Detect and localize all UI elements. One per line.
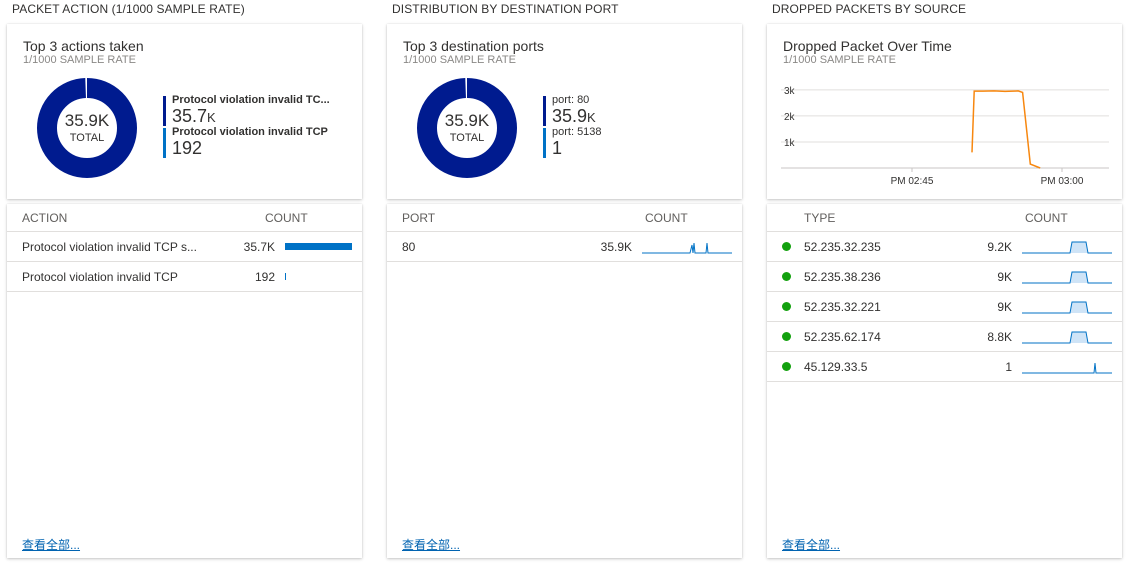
donut-total-label: TOTAL <box>449 132 485 144</box>
section-title-packet-action: PACKET ACTION (1/1000 SAMPLE RATE) <box>12 2 245 16</box>
table-header: PORT COUNT <box>387 204 742 232</box>
legend-value: 192 <box>172 138 203 158</box>
legend: Protocol violation invalid TC... 35.7K P… <box>163 94 341 158</box>
status-dot-icon <box>782 332 791 341</box>
card-subtitle: 1/1000 SAMPLE RATE <box>403 54 516 66</box>
donut-total-label: TOTAL <box>69 132 105 144</box>
column-header-count[interactable]: COUNT <box>645 211 688 225</box>
legend-color-bar <box>543 96 546 126</box>
column-header-count[interactable]: COUNT <box>1025 211 1068 225</box>
row-count: 1 <box>1005 360 1012 374</box>
card-subtitle: 1/1000 SAMPLE RATE <box>23 54 136 66</box>
card-title: Dropped Packet Over Time <box>783 38 952 54</box>
column-header-action[interactable]: ACTION <box>22 211 67 225</box>
sparkline <box>1022 331 1112 344</box>
ports-table: PORT COUNT 80 35.9K 查看全部... <box>387 204 742 558</box>
row-action-name: Protocol violation invalid TCP s... <box>22 240 197 254</box>
legend-name: Protocol violation invalid TC... <box>172 94 330 106</box>
table-row[interactable]: 52.235.62.174 8.8K <box>767 322 1122 352</box>
sources-table: TYPE COUNT 52.235.32.235 9.2K 52.235.38.23… <box>767 204 1122 558</box>
table-row[interactable]: 45.129.33.5 1 <box>767 352 1122 382</box>
row-source-ip: 52.235.62.174 <box>804 330 881 344</box>
legend-color-bar <box>163 96 166 126</box>
card-title: Top 3 destination ports <box>403 38 544 54</box>
legend-item[interactable]: Protocol violation invalid TCP 192 <box>163 126 341 158</box>
table-row[interactable]: 52.235.38.236 9K <box>767 262 1122 292</box>
card-subtitle: 1/1000 SAMPLE RATE <box>783 54 896 66</box>
status-dot-icon <box>782 362 791 371</box>
sparkline <box>1022 301 1112 314</box>
legend-value: 35.9 <box>552 106 588 126</box>
row-source-ip: 45.129.33.5 <box>804 360 868 374</box>
legend-color-bar <box>163 128 166 158</box>
legend-unit: K <box>207 110 216 125</box>
table-row[interactable]: 52.235.32.235 9.2K <box>767 232 1122 262</box>
x-tick-label: PM 02:45 <box>891 176 934 187</box>
donut-total-value: 35.9K <box>444 111 490 130</box>
status-dot-icon <box>782 302 791 311</box>
legend-value: 1 <box>552 138 563 158</box>
section-title-dropped-packets: DROPPED PACKETS BY SOURCE <box>772 2 967 16</box>
row-count: 35.7K <box>243 240 275 254</box>
x-tick-label: PM 03:00 <box>1041 176 1084 187</box>
count-bar <box>285 243 352 250</box>
card-top-ports[interactable]: Top 3 destination ports 1/1000 SAMPLE RA… <box>387 24 742 199</box>
status-dot-icon <box>782 242 791 251</box>
card-title: Top 3 actions taken <box>23 38 144 54</box>
y-tick-label: 2k <box>784 112 796 123</box>
column-header-count[interactable]: COUNT <box>265 211 308 225</box>
row-count: 192 <box>254 270 275 284</box>
row-source-ip: 52.235.38.236 <box>804 270 881 284</box>
legend-unit: K <box>587 110 596 125</box>
legend-item[interactable]: port: 80 35.9K <box>543 94 643 126</box>
view-all-link[interactable]: 查看全部... <box>782 536 840 553</box>
row-count: 9K <box>997 270 1012 284</box>
actions-table: ACTION COUNT Protocol violation invalid … <box>7 204 362 558</box>
row-count: 9K <box>997 300 1012 314</box>
legend-item[interactable]: port: 5138 1 <box>543 126 643 158</box>
table-row[interactable]: 80 35.9K <box>387 232 742 262</box>
row-source-ip: 52.235.32.221 <box>804 300 881 314</box>
table-header: ACTION COUNT <box>7 204 362 232</box>
card-dropped-over-time[interactable]: Dropped Packet Over Time 1/1000 SAMPLE R… <box>767 24 1122 199</box>
card-top-actions[interactable]: Top 3 actions taken 1/1000 SAMPLE RATE 3… <box>7 24 362 199</box>
row-source-ip: 52.235.32.235 <box>804 240 881 254</box>
legend-value: 35.7 <box>172 106 208 126</box>
status-dot-icon <box>782 272 791 281</box>
legend-color-bar <box>543 128 546 158</box>
section-title-destination-port: DISTRIBUTION BY DESTINATION PORT <box>392 2 619 16</box>
column-header-port[interactable]: PORT <box>402 211 435 225</box>
sparkline <box>1022 241 1112 254</box>
table-row[interactable]: Protocol violation invalid TCP 192 <box>7 262 362 292</box>
sparkline <box>1022 362 1112 374</box>
donut-total-value: 35.9K <box>64 111 110 130</box>
table-row[interactable]: 52.235.32.221 9K <box>767 292 1122 322</box>
y-tick-label: 3k <box>784 86 796 97</box>
row-count: 9.2K <box>987 240 1012 254</box>
y-tick-label: 1k <box>784 138 796 149</box>
count-bar <box>285 273 286 280</box>
legend: port: 80 35.9K port: 5138 1 <box>543 94 643 158</box>
table-header: TYPE COUNT <box>767 204 1122 232</box>
table-row[interactable]: Protocol violation invalid TCP s... 35.7… <box>7 232 362 262</box>
legend-name: port: 80 <box>552 94 590 106</box>
column-header-type[interactable]: TYPE <box>804 211 835 225</box>
legend-name: port: 5138 <box>552 126 602 138</box>
row-count: 8.8K <box>987 330 1012 344</box>
series-line[interactable] <box>971 90 1041 169</box>
sparkline <box>1022 271 1112 284</box>
row-action-name: Protocol violation invalid TCP <box>22 270 178 284</box>
view-all-link[interactable]: 查看全部... <box>402 536 460 553</box>
view-all-link[interactable]: 查看全部... <box>22 536 80 553</box>
row-count: 35.9K <box>600 240 632 254</box>
row-port: 80 <box>402 240 416 254</box>
sparkline <box>642 242 732 254</box>
legend-name: Protocol violation invalid TCP <box>172 126 328 138</box>
legend-item[interactable]: Protocol violation invalid TC... 35.7K <box>163 94 341 126</box>
dropped-packets-line-chart[interactable]: 1k 2k 3k PM 02:45 PM 03:00 <box>781 80 1111 188</box>
